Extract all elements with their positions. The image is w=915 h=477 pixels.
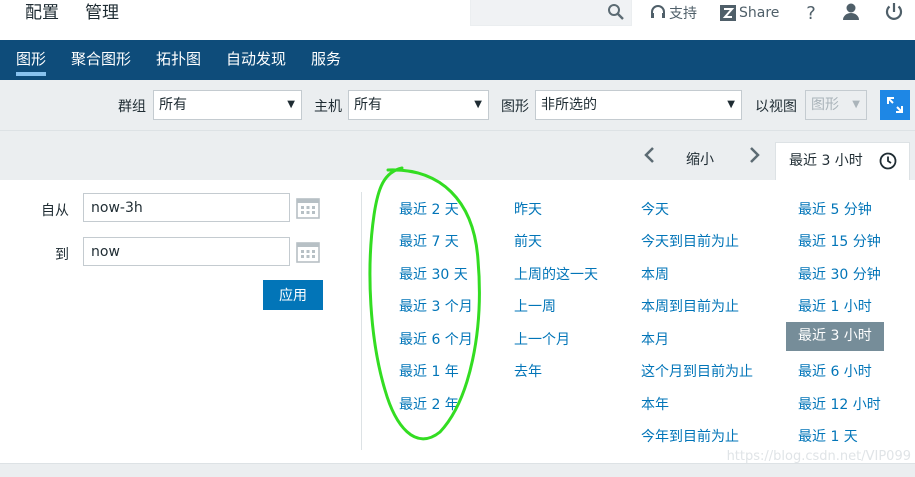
quick-range-link[interactable]: 最近 6 小时: [798, 361, 872, 381]
graph-select[interactable]: 非所选的 ▼: [535, 90, 742, 120]
host-select[interactable]: 所有 ▼: [348, 90, 489, 120]
chevron-down-icon: ▼: [727, 99, 735, 110]
support-link[interactable]: 支持: [650, 3, 697, 23]
group-label: 群组: [118, 99, 146, 115]
nav-tab-screens[interactable]: 聚合图形: [71, 40, 131, 80]
help-icon[interactable]: ?: [800, 1, 822, 23]
chevron-down-icon: ▼: [852, 99, 860, 110]
quick-range-link[interactable]: 最近 2 年: [399, 394, 459, 414]
to-input[interactable]: [83, 237, 290, 266]
filter-bar: 群组 所有 ▼ 主机 所有 ▼ 图形 非所选的 ▼ 以视图 图形 ▼: [0, 80, 915, 130]
graph-select-value: 非所选的: [541, 97, 597, 113]
fullscreen-icon[interactable]: [880, 90, 910, 120]
group-select[interactable]: 所有 ▼: [153, 90, 302, 120]
nav-tab-maps[interactable]: 拓扑图: [156, 40, 201, 80]
host-label: 主机: [314, 99, 342, 115]
quick-range-link[interactable]: 今年到目前为止: [641, 426, 739, 446]
to-label: 到: [55, 247, 69, 263]
footer-strip: [0, 463, 915, 477]
chevron-down-icon: ▼: [287, 99, 295, 110]
support-label: 支持: [669, 6, 697, 22]
from-input[interactable]: [83, 193, 290, 222]
from-label: 自从: [41, 203, 69, 219]
nav-tab-services[interactable]: 服务: [311, 40, 341, 80]
watermark: https://blog.csdn.net/VIP099: [726, 449, 911, 464]
group-select-value: 所有: [159, 97, 187, 113]
panel-divider: [361, 192, 362, 450]
quick-range-link[interactable]: 昨天: [514, 199, 542, 219]
chevron-down-icon: ▼: [474, 99, 482, 110]
quick-range-link[interactable]: 最近 5 分钟: [798, 199, 872, 219]
calendar-icon[interactable]: [296, 240, 320, 264]
quick-range-link[interactable]: 最近 30 天: [399, 264, 468, 284]
search-icon[interactable]: [607, 3, 625, 21]
quick-range-link[interactable]: 上一周: [514, 296, 556, 316]
chevron-right-icon[interactable]: [746, 145, 762, 165]
quick-range-link-selected[interactable]: 最近 3 小时: [786, 322, 884, 351]
user-profile-icon[interactable]: [840, 1, 862, 23]
view-as-label: 以视图: [755, 99, 797, 115]
calendar-icon[interactable]: [296, 196, 320, 220]
time-range-tab-label: 最近 3 小时: [789, 153, 863, 169]
time-range-panel: [0, 180, 915, 463]
quick-range-link[interactable]: 本年: [641, 394, 669, 414]
zabbix-share-icon: [720, 5, 736, 21]
zoom-out-button[interactable]: 缩小: [686, 149, 714, 169]
sign-out-icon[interactable]: [883, 1, 905, 23]
quick-range-link[interactable]: 本月: [641, 329, 669, 349]
share-link[interactable]: Share: [720, 3, 779, 23]
quick-range-link[interactable]: 最近 3 个月: [399, 296, 473, 316]
headset-icon: [651, 5, 665, 18]
svg-text:?: ?: [806, 3, 816, 23]
quick-range-link[interactable]: 最近 1 年: [399, 361, 459, 381]
quick-range-link[interactable]: 本周: [641, 264, 669, 284]
quick-range-link[interactable]: 最近 15 分钟: [798, 231, 881, 251]
quick-range-link[interactable]: 前天: [514, 231, 542, 251]
time-range-tab[interactable]: 最近 3 小时: [775, 142, 910, 181]
quick-range-link[interactable]: 最近 1 小时: [798, 296, 872, 316]
quick-range-link[interactable]: 最近 2 天: [399, 199, 459, 219]
quick-range-link[interactable]: 今天: [641, 199, 669, 219]
search-input[interactable]: [471, 0, 601, 24]
quick-range-link[interactable]: 最近 30 分钟: [798, 264, 881, 284]
quick-range-link[interactable]: 最近 1 天: [798, 426, 858, 446]
main-nav: 图形 聚合图形 拓扑图 自动发现 服务: [0, 40, 915, 80]
quick-range-link[interactable]: 去年: [514, 361, 542, 381]
quick-range-link[interactable]: 上一个月: [514, 329, 570, 349]
menu-admin[interactable]: 管理: [85, 0, 119, 40]
host-select-value: 所有: [354, 97, 382, 113]
quick-range-link[interactable]: 本周到目前为止: [641, 296, 739, 316]
graph-label: 图形: [501, 99, 529, 115]
view-as-select[interactable]: 图形 ▼: [805, 90, 867, 120]
quick-range-link[interactable]: 今天到目前为止: [641, 231, 739, 251]
quick-range-link[interactable]: 这个月到目前为止: [641, 361, 753, 381]
top-bar: 配置 管理 支持 Share ?: [0, 0, 915, 40]
nav-tab-discovery[interactable]: 自动发现: [226, 40, 286, 80]
chevron-left-icon[interactable]: [642, 145, 658, 165]
view-as-select-value: 图形: [811, 97, 839, 113]
quick-range-link[interactable]: 上周的这一天: [514, 264, 598, 284]
quick-range-link[interactable]: 最近 12 小时: [798, 394, 881, 414]
time-selector-bar: 缩小 最近 3 小时: [0, 130, 915, 181]
share-label: Share: [739, 5, 780, 21]
quick-range-link[interactable]: 最近 7 天: [399, 231, 459, 251]
nav-tab-graphs[interactable]: 图形: [16, 40, 47, 80]
apply-button[interactable]: 应用: [263, 280, 323, 310]
quick-range-link[interactable]: 最近 6 个月: [399, 329, 473, 349]
clock-icon: [879, 152, 897, 170]
search-box: [470, 0, 632, 26]
menu-config[interactable]: 配置: [25, 0, 59, 40]
